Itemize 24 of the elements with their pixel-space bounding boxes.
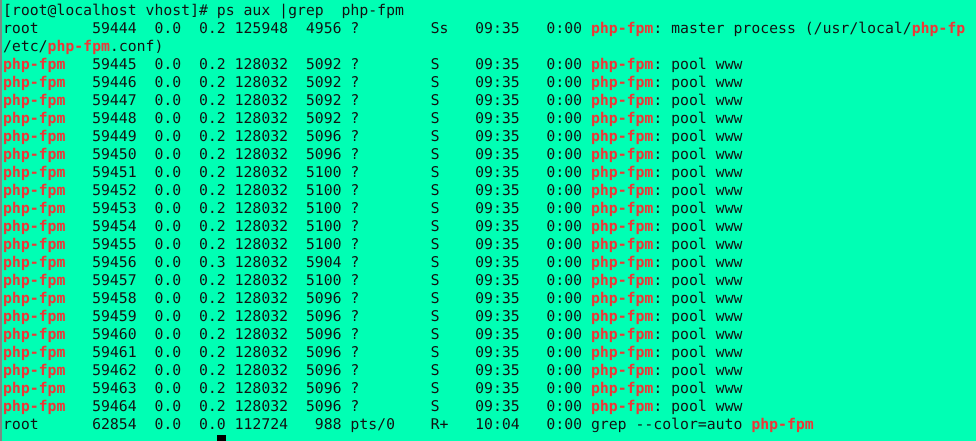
terminal-line: php-fpm 59458 0.0 0.2 128032 5096 ? S 09:35 0:00 php-fpm: pool www xyxy=(3,290,744,308)
terminal-line: php-fpm 59449 0.0 0.2 128032 5096 ? S 09:35 0:00 php-fpm: pool www xyxy=(3,128,744,146)
terminal-line: php-fpm 59448 0.0 0.2 128032 5092 ? S 09:35 0:00 php-fpm: pool www xyxy=(3,110,744,128)
terminal-line: php-fpm 59456 0.0 0.3 128032 5904 ? S 09:35 0:00 php-fpm: pool www xyxy=(3,254,744,272)
terminal-line: php-fpm 59450 0.0 0.2 128032 5096 ? S 09:35 0:00 php-fpm: pool www xyxy=(3,146,744,164)
terminal-line: php-fpm 59445 0.0 0.2 128032 5092 ? S 09:35 0:00 php-fpm: pool www xyxy=(3,56,744,74)
terminal-line: php-fpm 59446 0.0 0.2 128032 5092 ? S 09:35 0:00 php-fpm: pool www xyxy=(3,74,744,92)
terminal-line: php-fpm 59447 0.0 0.2 128032 5092 ? S 09:35 0:00 php-fpm: pool www xyxy=(3,92,744,110)
terminal-line: php-fpm 59459 0.0 0.2 128032 5096 ? S 09:35 0:00 php-fpm: pool www xyxy=(3,308,744,326)
terminal-line: php-fpm 59451 0.0 0.2 128032 5100 ? S 09:35 0:00 php-fpm: pool www xyxy=(3,164,744,182)
terminal-line: root 62854 0.0 0.0 112724 988 pts/0 R+ 10:04 0:00 grep --color=auto php-fpm xyxy=(3,416,815,434)
terminal-line: php-fpm 59460 0.0 0.2 128032 5096 ? S 09:35 0:00 php-fpm: pool www xyxy=(3,326,744,344)
terminal-line: php-fpm 59461 0.0 0.2 128032 5096 ? S 09:35 0:00 php-fpm: pool www xyxy=(3,344,744,362)
terminal-line: /etc/php-fpm.conf) xyxy=(3,38,164,56)
terminal-line: root 59444 0.0 0.2 125948 4956 ? Ss 09:35 0:00 php-fpm: master process (/usr/local/php-fp xyxy=(3,20,966,38)
terminal-line: php-fpm 59464 0.0 0.2 128032 5096 ? S 09:35 0:00 php-fpm: pool www xyxy=(3,398,744,416)
terminal-line: php-fpm 59462 0.0 0.2 128032 5096 ? S 09:35 0:00 php-fpm: pool www xyxy=(3,362,744,380)
terminal-line: php-fpm 59453 0.0 0.2 128032 5100 ? S 09:35 0:00 php-fpm: pool www xyxy=(3,200,744,218)
terminal-line: php-fpm 59463 0.0 0.2 128032 5096 ? S 09:35 0:00 php-fpm: pool www xyxy=(3,380,744,398)
terminal-line: php-fpm 59452 0.0 0.2 128032 5100 ? S 09:35 0:00 php-fpm: pool www xyxy=(3,182,744,200)
terminal-line: [root@localhost vhost]# ps aux |grep php-fpm xyxy=(3,2,405,20)
terminal-line: php-fpm 59457 0.0 0.2 128032 5100 ? S 09:35 0:00 php-fpm: pool www xyxy=(3,272,744,290)
terminal-line: php-fpm 59455 0.0 0.2 128032 5100 ? S 09:35 0:00 php-fpm: pool www xyxy=(3,236,744,254)
terminal-line: php-fpm 59454 0.0 0.2 128032 5100 ? S 09:35 0:00 php-fpm: pool www xyxy=(3,218,744,236)
